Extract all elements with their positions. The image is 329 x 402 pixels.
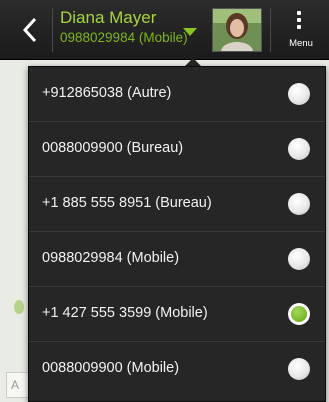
- phone-option[interactable]: +912865038 (Autre): [29, 67, 325, 122]
- divider: [52, 8, 53, 52]
- phone-option[interactable]: +1 885 555 8951 (Bureau): [29, 177, 325, 232]
- phone-option-label: +1 885 555 8951 (Bureau): [42, 195, 212, 211]
- contact-name: Diana Mayer: [60, 8, 157, 27]
- radio-button[interactable]: [288, 193, 310, 215]
- phone-option[interactable]: +1 427 555 3599 (Mobile): [29, 287, 325, 342]
- radio-button[interactable]: [288, 83, 310, 105]
- divider: [270, 8, 271, 52]
- phone-option-label: 0988029984 (Mobile): [42, 250, 180, 266]
- radio-button[interactable]: [288, 358, 310, 380]
- action-bar: Diana Mayer 0988029984 (Mobile) Menu: [0, 0, 329, 60]
- contact-selector[interactable]: Diana Mayer 0988029984 (Mobile): [60, 8, 200, 52]
- contact-number: 0988029984 (Mobile): [60, 30, 188, 45]
- overflow-menu-icon: [297, 11, 302, 32]
- avatar-photo: [213, 9, 261, 51]
- radio-button[interactable]: [288, 138, 310, 160]
- phone-option-label: +912865038 (Autre): [42, 85, 172, 101]
- menu-label: Menu: [289, 38, 313, 49]
- phone-option[interactable]: 0988029984 (Mobile): [29, 232, 325, 287]
- phone-option-label: +1 427 555 3599 (Mobile): [42, 305, 208, 321]
- dropdown-arrow-icon[interactable]: [183, 28, 197, 36]
- background-decoration: [14, 300, 24, 314]
- radio-button-selected[interactable]: [288, 303, 310, 325]
- back-button[interactable]: [8, 8, 52, 52]
- phone-option[interactable]: 0088009900 (Mobile): [29, 342, 325, 397]
- radio-button[interactable]: [288, 248, 310, 270]
- phone-option-label: 0088009900 (Mobile): [42, 360, 180, 376]
- back-chevron-icon: [22, 17, 37, 43]
- phone-number-popup: +912865038 (Autre) 0088009900 (Bureau) +…: [28, 66, 326, 402]
- menu-button[interactable]: Menu: [276, 8, 326, 52]
- phone-option-label: 0088009900 (Bureau): [42, 140, 184, 156]
- phone-option[interactable]: 0088009900 (Bureau): [29, 122, 325, 177]
- contact-avatar[interactable]: [212, 8, 262, 52]
